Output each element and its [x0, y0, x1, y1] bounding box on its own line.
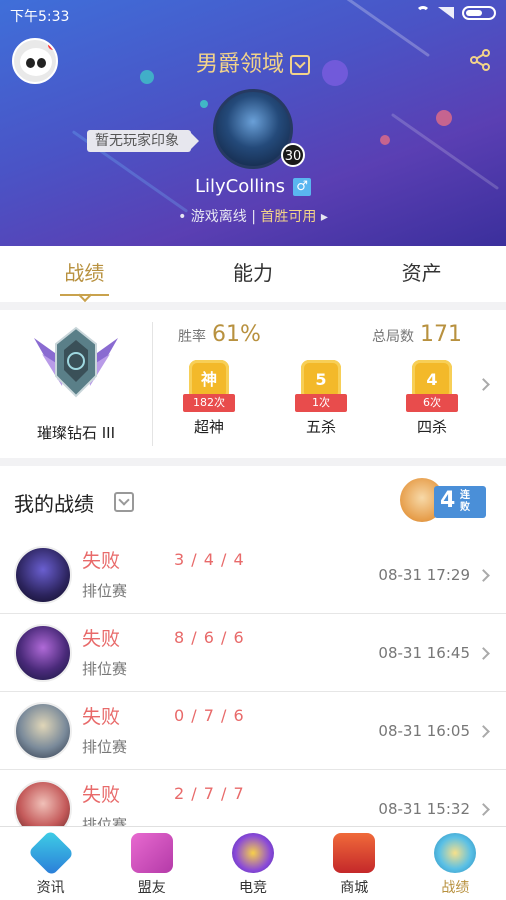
feat-label: 五杀 [305, 418, 336, 436]
chevron-down-icon [290, 55, 310, 75]
region-selector[interactable]: 男爵领域 [0, 46, 506, 78]
bottom-navigation: 资讯 盟友 电竞 商城 战绩 [0, 826, 506, 900]
battery-icon [462, 6, 496, 20]
match-result: 失败 [82, 784, 121, 806]
feat-count: 1次 [295, 394, 347, 412]
chevron-right-icon [477, 725, 490, 738]
match-time: 08-31 15:32 [378, 800, 470, 818]
level-badge: 30 [281, 143, 305, 167]
match-kda: 2 / 7 / 7 [174, 784, 245, 803]
nav-label: 盟友 [137, 880, 166, 896]
decor-dot [436, 110, 452, 126]
champion-avatar [14, 702, 72, 760]
signal-icon [438, 7, 454, 19]
feat-count: 6次 [406, 394, 458, 412]
losing-streak-badge: 4 连败 [400, 478, 488, 522]
nav-news[interactable]: 资讯 [0, 827, 101, 900]
match-kda: 0 / 7 / 6 [174, 706, 245, 725]
total-games: 总局数 171 [372, 322, 462, 347]
username-line: LilyCollins ♂ [0, 176, 506, 197]
tab-assets[interactable]: 资产 [337, 246, 506, 302]
match-kda: 3 / 4 / 4 [174, 550, 245, 569]
streak-number: 4 [440, 488, 456, 513]
match-result: 失败 [82, 706, 121, 728]
username: LilyCollins [194, 176, 286, 197]
status-separator: | [251, 209, 256, 225]
winrate-label: 胜率 [178, 329, 206, 345]
divider [152, 322, 153, 446]
decor-dot [380, 135, 390, 145]
chevron-right-icon [477, 569, 490, 582]
match-row[interactable]: 失败 0 / 7 / 6 排位赛 08-31 16:05 [0, 692, 506, 770]
nav-label: 电竞 [239, 880, 267, 896]
streak-text: 连败 [460, 490, 470, 513]
player-impression-tag[interactable]: 暂无玩家印象 [87, 130, 199, 152]
match-mode: 排位赛 [82, 660, 128, 678]
feat-quadrakill: 4 6次 四杀 [397, 360, 467, 437]
status-arrow: ▸ [320, 209, 328, 225]
chevron-down-icon[interactable] [114, 492, 134, 512]
nav-store[interactable]: 商城 [304, 827, 405, 900]
nav-label: 商城 [340, 880, 369, 896]
profile-tabs: 战绩 能力 资产 [0, 246, 506, 302]
feat-pentakill: 5 1次 五杀 [286, 360, 356, 437]
total-value: 171 [420, 322, 462, 347]
feat-label: 超神 [193, 418, 224, 436]
decor-dot [200, 100, 208, 108]
region-name: 男爵领域 [195, 52, 284, 77]
wifi-icon [416, 6, 430, 20]
chevron-right-icon [477, 647, 490, 660]
champion-avatar [14, 624, 72, 682]
record-icon [434, 833, 477, 873]
player-status[interactable]: • 游戏离线 | 首胜可用 ▸ [0, 206, 506, 226]
share-icon[interactable] [468, 48, 492, 72]
match-row[interactable]: 失败 8 / 6 / 6 排位赛 08-31 16:45 [0, 614, 506, 692]
feat-label: 四杀 [416, 418, 447, 436]
match-time: 08-31 16:45 [378, 644, 470, 662]
match-time: 08-31 16:05 [378, 722, 470, 740]
winrate: 胜率 61% [178, 322, 261, 347]
store-icon [333, 833, 376, 873]
diamond-rank-icon [34, 326, 118, 398]
status-bar: 下午5:33 [0, 0, 506, 28]
match-time: 08-31 17:29 [378, 566, 470, 584]
match-result: 失败 [82, 550, 121, 572]
match-result: 失败 [82, 628, 121, 650]
nav-label: 战绩 [441, 880, 470, 896]
profile-header: 下午5:33 男爵领域 暂无玩家印象 30 LilyCollins ♂ • 游戏离… [0, 0, 506, 246]
news-icon [27, 829, 74, 877]
match-mode: 排位赛 [82, 816, 128, 826]
friends-icon [130, 833, 173, 873]
esports-icon [232, 833, 274, 873]
status-time: 下午5:33 [10, 9, 70, 25]
status-offline: 游戏离线 [190, 209, 247, 225]
match-kda: 8 / 6 / 6 [174, 628, 245, 647]
rank-card[interactable]: 璀璨钻石 III 胜率 61% 总局数 171 神 182次 超神 5 1次 五杀 … [0, 310, 506, 458]
match-row[interactable]: 失败 2 / 7 / 7 排位赛 08-31 15:32 [0, 770, 506, 826]
status-first-win: 首胜可用 [260, 209, 317, 225]
match-history: 我的战绩 4 连败 失败 3 / 4 / 4 排位赛 08-31 17:29 失… [0, 466, 506, 826]
champion-avatar [14, 546, 72, 604]
rank-name: 璀璨钻石 III [36, 424, 116, 442]
winrate-value: 61% [212, 322, 261, 347]
total-label: 总局数 [372, 329, 414, 345]
chevron-right-icon[interactable] [477, 378, 490, 391]
champion-avatar [14, 780, 72, 826]
nav-esports[interactable]: 电竞 [202, 827, 303, 900]
nav-label: 资讯 [36, 880, 65, 896]
male-icon: ♂ [293, 178, 312, 196]
feat-legendary: 神 182次 超神 [174, 360, 244, 437]
match-mode: 排位赛 [82, 738, 128, 756]
match-history-title: 我的战绩 [14, 492, 94, 516]
tab-ability[interactable]: 能力 [169, 246, 338, 302]
chevron-right-icon [477, 803, 490, 816]
nav-friends[interactable]: 盟友 [101, 827, 202, 900]
status-bullet: • [178, 209, 187, 225]
nav-record[interactable]: 战绩 [405, 827, 506, 900]
match-row[interactable]: 失败 3 / 4 / 4 排位赛 08-31 17:29 [0, 536, 506, 614]
tab-record[interactable]: 战绩 [0, 246, 169, 302]
feat-count: 182次 [183, 394, 235, 412]
match-mode: 排位赛 [82, 582, 128, 600]
